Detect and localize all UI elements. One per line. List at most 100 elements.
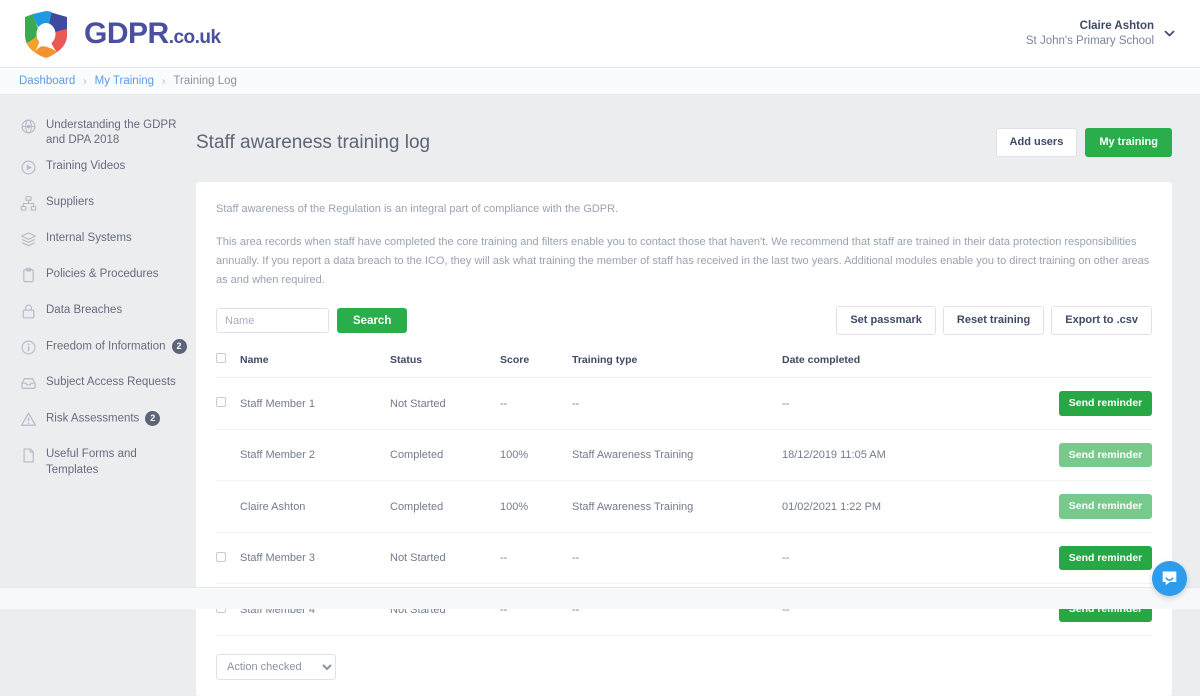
table-header-row: Name Status Score Training type Date com… — [216, 353, 1152, 379]
search-input[interactable] — [216, 308, 329, 334]
search-group: Search — [216, 308, 408, 334]
breadcrumb-item-training-log: Training Log — [173, 75, 237, 87]
reset-training-button[interactable]: Reset training — [942, 306, 1045, 336]
send-reminder-button[interactable]: Send reminder — [1059, 442, 1152, 468]
intro-paragraph-2: This area records when staff have comple… — [216, 235, 1150, 287]
page-action-buttons: Add users My training — [995, 128, 1172, 158]
bulk-action-select[interactable]: Action checked — [216, 653, 336, 680]
row-checkbox[interactable] — [216, 397, 226, 408]
sidebar-item-risk-assessments[interactable]: Risk Assessments 2 — [20, 410, 196, 436]
cell-status: Not Started — [390, 532, 500, 585]
cell-name: Claire Ashton — [240, 480, 390, 533]
brand-logo[interactable]: GDPR.co.uk — [22, 9, 221, 59]
top-header-bar: GDPR.co.uk Claire Ashton St John's Prima… — [0, 0, 1200, 68]
user-identity: Claire Ashton St John's Primary School — [1026, 19, 1154, 49]
sidebar-item-policies-procedures[interactable]: Policies & Procedures — [20, 266, 196, 292]
cell-action: Send reminder — [957, 377, 1152, 430]
sidebar-item-text: Risk Assessments — [46, 412, 140, 425]
sidebar-item-internal-systems[interactable]: Internal Systems — [20, 230, 196, 256]
cell-date-completed: 18/12/2019 11:05 AM — [782, 429, 957, 482]
cell-name: Staff Member 1 — [240, 377, 390, 430]
user-name: Claire Ashton — [1079, 19, 1154, 32]
gdpr-shield-logo-icon — [25, 10, 67, 58]
cell-date-completed: -- — [782, 532, 957, 585]
row-select-cell — [216, 377, 240, 430]
page-layout: Understanding the GDPR and DPA 2018 Trai… — [0, 95, 1200, 696]
cell-training-type: -- — [572, 532, 782, 585]
send-reminder-button[interactable]: Send reminder — [1059, 545, 1152, 571]
set-passmark-button[interactable]: Set passmark — [836, 306, 936, 336]
sidebar-item-label: Data Breaches — [46, 302, 122, 318]
sidebar-item-label: Understanding the GDPR and DPA 2018 — [46, 119, 177, 147]
column-header-name: Name — [240, 353, 390, 379]
add-users-button[interactable]: Add users — [995, 128, 1078, 158]
cell-date-completed: -- — [782, 377, 957, 430]
column-header-actions — [957, 353, 1152, 379]
user-menu[interactable]: Claire Ashton St John's Primary School — [1026, 19, 1180, 49]
breadcrumb-separator: › — [83, 75, 87, 87]
row-checkbox[interactable] — [216, 551, 226, 562]
cell-action: Send reminder — [957, 480, 1152, 533]
intro-text: Staff awareness of the Regulation is an … — [216, 200, 1152, 290]
sidebar-item-suppliers[interactable]: Suppliers — [20, 194, 196, 220]
chat-launcher-button[interactable] — [1152, 561, 1187, 596]
cell-training-type: -- — [572, 377, 782, 430]
brand-tld: .co.uk — [168, 26, 221, 48]
layers-icon — [21, 232, 36, 247]
row-select-cell — [216, 480, 240, 533]
breadcrumb-separator: › — [162, 75, 166, 87]
table-toolbar: Search Set passmark Reset training Expor… — [216, 306, 1152, 336]
brand-name: GDPR — [84, 16, 169, 50]
info-circle-icon — [21, 340, 36, 355]
cell-name: Staff Member 3 — [240, 532, 390, 585]
sidebar-item-label: Subject Access Requests — [46, 376, 176, 389]
sidebar-item-label: Freedom of Information 2 — [46, 338, 187, 355]
column-header-training-type: Training type — [572, 353, 782, 379]
sidebar-badge: 2 — [145, 411, 161, 427]
sidebar-item-label: Training Videos — [46, 160, 126, 173]
sidebar-item-text: Freedom of Information — [46, 340, 166, 353]
lock-icon — [22, 304, 35, 319]
select-all-checkbox[interactable] — [216, 353, 226, 364]
sidebar-item-freedom-of-information[interactable]: Freedom of Information 2 — [20, 338, 196, 364]
sidebar-item-useful-forms-templates[interactable]: Useful Forms and Templates — [20, 446, 196, 477]
sidebar-item-subject-access-requests[interactable]: Subject Access Requests — [20, 374, 196, 400]
inbox-icon — [21, 378, 36, 390]
send-reminder-button[interactable]: Send reminder — [1059, 494, 1152, 519]
export-csv-button[interactable]: Export to .csv — [1051, 306, 1152, 336]
sidebar-item-understanding-gdpr[interactable]: Understanding the GDPR and DPA 2018 — [20, 117, 196, 148]
chevron-down-icon[interactable] — [1163, 27, 1176, 40]
column-header-date-completed: Date completed — [782, 353, 957, 379]
breadcrumb: Dashboard › My Training › Training Log — [0, 68, 1200, 95]
bulk-action-wrapper: Action checked — [216, 653, 1152, 680]
sidebar-badge: 2 — [171, 339, 187, 355]
sidebar-item-training-videos[interactable]: Training Videos — [20, 158, 196, 184]
sidebar-item-data-breaches[interactable]: Data Breaches — [20, 302, 196, 328]
cell-score: -- — [500, 377, 572, 430]
brand-wordmark: GDPR.co.uk — [84, 16, 221, 50]
warning-triangle-icon — [20, 412, 37, 427]
my-training-button[interactable]: My training — [1085, 128, 1172, 158]
table-tool-buttons: Set passmark Reset training Export to .c… — [836, 306, 1152, 336]
table-row: Claire Ashton Completed 100% Staff Aware… — [216, 480, 1152, 533]
chat-bubble-icon — [1162, 571, 1177, 586]
sidebar-item-label: Internal Systems — [46, 232, 132, 245]
play-circle-icon — [21, 160, 36, 175]
sidebar-item-label: Useful Forms and Templates — [46, 448, 137, 476]
footer-strip — [0, 587, 1200, 609]
cell-action: Send reminder — [957, 429, 1152, 482]
select-all-header — [216, 353, 240, 379]
sidebar-item-label: Suppliers — [46, 196, 94, 209]
cell-score: 100% — [500, 480, 572, 533]
send-reminder-button[interactable]: Send reminder — [1059, 391, 1152, 416]
breadcrumb-item-dashboard[interactable]: Dashboard — [19, 75, 75, 87]
cell-status: Completed — [390, 480, 500, 533]
sitemap-icon — [20, 196, 37, 211]
user-organisation: St John's Primary School — [1025, 34, 1154, 47]
breadcrumb-item-my-training[interactable]: My Training — [95, 75, 154, 87]
table-row: Staff Member 1 Not Started -- -- -- Send… — [216, 377, 1152, 430]
search-button[interactable]: Search — [337, 308, 408, 334]
cell-action: Send reminder — [957, 532, 1152, 585]
row-select-cell — [216, 429, 240, 482]
document-icon — [23, 448, 34, 463]
